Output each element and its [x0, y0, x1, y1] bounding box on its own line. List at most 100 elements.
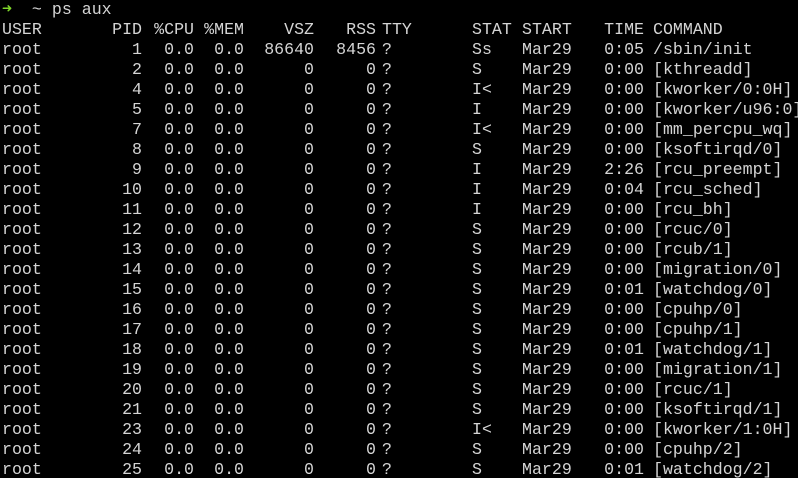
process-vsz: 0	[304, 460, 314, 478]
process-pid: 13	[122, 240, 142, 259]
process-start: Mar29	[522, 460, 572, 478]
process-user: root	[2, 400, 42, 419]
process-mem: 0.0	[214, 340, 244, 359]
process-start: Mar29	[522, 200, 572, 219]
process-command: [rcu_sched]	[653, 180, 763, 199]
process-user: root	[2, 300, 42, 319]
process-pid: 4	[132, 80, 142, 99]
process-mem: 0.0	[214, 240, 244, 259]
process-row: root 20 0.0 0.0 0 0? S Mar29 0:00 [rcuc/1]	[2, 380, 798, 400]
process-time: 0:00	[604, 380, 644, 399]
process-tty: ?	[382, 400, 392, 419]
process-command: [rcuc/0]	[653, 220, 733, 239]
terminal-window[interactable]: ➜ ~ ps aux USER PID %CPU %MEM VSZ RSS TT…	[0, 0, 798, 478]
process-tty: ?	[382, 200, 392, 219]
process-time: 0:00	[604, 320, 644, 339]
process-vsz: 0	[304, 100, 314, 119]
process-cpu: 0.0	[164, 140, 194, 159]
process-tty: ?	[382, 180, 392, 199]
process-vsz: 0	[304, 380, 314, 399]
process-time: 0:00	[604, 140, 644, 159]
process-tty: ?	[382, 460, 392, 478]
process-row: root 21 0.0 0.0 0 0? S Mar29 0:00 [ksoftirqd/1]	[2, 400, 798, 420]
process-stat: I	[472, 180, 482, 199]
process-time: 0:00	[604, 360, 644, 379]
process-tty: ?	[382, 280, 392, 299]
process-mem: 0.0	[214, 440, 244, 459]
process-user: root	[2, 280, 42, 299]
process-pid: 12	[122, 220, 142, 239]
process-mem: 0.0	[214, 420, 244, 439]
process-mem: 0.0	[214, 200, 244, 219]
process-vsz: 0	[304, 60, 314, 79]
process-user: root	[2, 240, 42, 259]
process-start: Mar29	[522, 380, 572, 399]
process-start: Mar29	[522, 360, 572, 379]
process-mem: 0.0	[214, 80, 244, 99]
header-stat: STAT	[472, 20, 512, 39]
process-start: Mar29	[522, 220, 572, 239]
process-cpu: 0.0	[164, 400, 194, 419]
process-stat: S	[472, 360, 482, 379]
process-rss: 0	[366, 160, 376, 179]
process-rss: 0	[366, 120, 376, 139]
process-time: 0:05	[604, 40, 644, 59]
process-tty: ?	[382, 120, 392, 139]
process-user: root	[2, 260, 42, 279]
process-start: Mar29	[522, 60, 572, 79]
process-command: [kworker/0:0H]	[653, 80, 793, 99]
process-mem: 0.0	[214, 300, 244, 319]
process-tty: ?	[382, 100, 392, 119]
process-rss: 0	[366, 300, 376, 319]
process-stat: S	[472, 380, 482, 399]
process-pid: 11	[122, 200, 142, 219]
process-vsz: 0	[304, 440, 314, 459]
process-cpu: 0.0	[164, 340, 194, 359]
process-row: root 13 0.0 0.0 0 0? S Mar29 0:00 [rcub/1]	[2, 240, 798, 260]
process-pid: 19	[122, 360, 142, 379]
process-cpu: 0.0	[164, 120, 194, 139]
process-mem: 0.0	[214, 260, 244, 279]
process-command: [watchdog/1]	[653, 340, 773, 359]
process-rss: 0	[366, 360, 376, 379]
process-vsz: 0	[304, 340, 314, 359]
process-tty: ?	[382, 380, 392, 399]
header-tty: TTY	[382, 20, 412, 39]
process-command: [kworker/1:0H]	[653, 420, 793, 439]
process-cpu: 0.0	[164, 160, 194, 179]
process-stat: S	[472, 140, 482, 159]
process-mem: 0.0	[214, 400, 244, 419]
process-stat: I	[472, 100, 482, 119]
prompt-command: ps aux	[51, 0, 112, 19]
process-start: Mar29	[522, 140, 572, 159]
process-tty: ?	[382, 160, 392, 179]
process-start: Mar29	[522, 300, 572, 319]
process-tty: ?	[382, 420, 392, 439]
header-pid: PID	[112, 20, 142, 39]
process-user: root	[2, 40, 42, 59]
process-rss: 0	[366, 320, 376, 339]
process-row: root 9 0.0 0.0 0 0? I Mar29 2:26 [rcu_preempt]	[2, 160, 798, 180]
process-row: root 5 0.0 0.0 0 0? I Mar29 0:00 [kworker/u96:0]	[2, 100, 798, 120]
process-time: 0:01	[604, 460, 644, 478]
process-cpu: 0.0	[164, 60, 194, 79]
process-cpu: 0.0	[164, 280, 194, 299]
header-command: COMMAND	[653, 20, 723, 39]
process-command: [ksoftirqd/0]	[653, 140, 783, 159]
process-time: 0:00	[604, 200, 644, 219]
process-vsz: 0	[304, 180, 314, 199]
ps-header-row: USER PID %CPU %MEM VSZ RSS TTY STAT STAR…	[2, 20, 798, 40]
process-time: 0:00	[604, 420, 644, 439]
process-command: [cpuhp/2]	[653, 440, 743, 459]
process-command: [migration/0]	[653, 260, 783, 279]
process-row: root 14 0.0 0.0 0 0? S Mar29 0:00 [migration/0]	[2, 260, 798, 280]
process-start: Mar29	[522, 40, 572, 59]
process-user: root	[2, 160, 42, 179]
process-cpu: 0.0	[164, 200, 194, 219]
process-row: root 19 0.0 0.0 0 0? S Mar29 0:00 [migration/1]	[2, 360, 798, 380]
process-vsz: 0	[304, 80, 314, 99]
process-command: [rcu_preempt]	[653, 160, 783, 179]
process-command: /sbin/init	[653, 40, 753, 59]
process-vsz: 0	[304, 140, 314, 159]
process-stat: I<	[472, 80, 492, 99]
